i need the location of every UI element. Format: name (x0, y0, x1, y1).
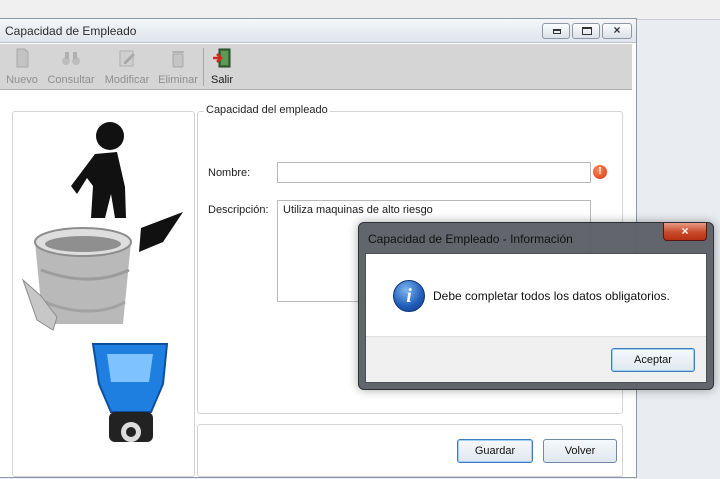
error-icon: ! (593, 165, 607, 179)
nuevo-button[interactable]: Nuevo (4, 48, 40, 86)
close-icon: × (613, 23, 621, 37)
info-dialog: Capacidad de Empleado - Información × i … (358, 222, 714, 390)
consultar-label: Consultar (47, 74, 95, 86)
modificar-button[interactable]: Modificar (103, 48, 151, 86)
aceptar-button[interactable]: Aceptar (611, 348, 695, 372)
dialog-body: i Debe completar todos los datos obligat… (365, 253, 707, 383)
eliminar-label: Eliminar (158, 74, 198, 86)
edit-icon (119, 50, 135, 67)
toolbar: Nuevo Consultar Modificar Eliminar Salir (0, 44, 632, 90)
dialog-footer: Aceptar (366, 336, 706, 382)
descripcion-label: Descripción: (208, 204, 269, 216)
desktop-background (0, 0, 720, 20)
nombre-input[interactable] (277, 162, 591, 183)
action-button-panel: Guardar Volver (197, 424, 623, 477)
nuevo-label: Nuevo (6, 74, 38, 86)
nombre-label: Nombre: (208, 167, 251, 179)
maximize-button[interactable] (572, 23, 600, 39)
main-window-title: Capacidad de Empleado (5, 24, 137, 38)
modificar-label: Modificar (104, 74, 150, 86)
salir-button[interactable]: Salir (208, 48, 236, 86)
exit-door-icon (213, 48, 231, 68)
salir-label: Salir (210, 74, 233, 86)
toolbar-separator (203, 48, 204, 86)
illustration-panel (12, 111, 195, 477)
new-document-icon (16, 48, 29, 68)
information-icon: i (393, 280, 425, 312)
binoculars-icon (62, 52, 80, 65)
guardar-button[interactable]: Guardar (457, 439, 533, 463)
volver-button[interactable]: Volver (543, 439, 617, 463)
consultar-button[interactable]: Consultar (46, 48, 96, 86)
dialog-message: Debe completar todos los datos obligator… (433, 289, 670, 303)
trash-icon (172, 51, 184, 68)
fieldset-legend: Capacidad del empleado (204, 104, 330, 116)
main-titlebar: Capacidad de Empleado × (0, 19, 636, 43)
eliminar-button[interactable]: Eliminar (157, 48, 199, 86)
dialog-title: Capacidad de Empleado - Información (368, 232, 573, 246)
minimize-button[interactable] (542, 23, 570, 39)
maximize-icon (582, 27, 592, 35)
minimize-icon (553, 29, 561, 34)
close-button[interactable]: × (602, 23, 632, 39)
window-controls: × (542, 23, 632, 39)
dialog-close-button[interactable]: × (663, 223, 707, 241)
worker-tools-illustration (21, 122, 183, 442)
